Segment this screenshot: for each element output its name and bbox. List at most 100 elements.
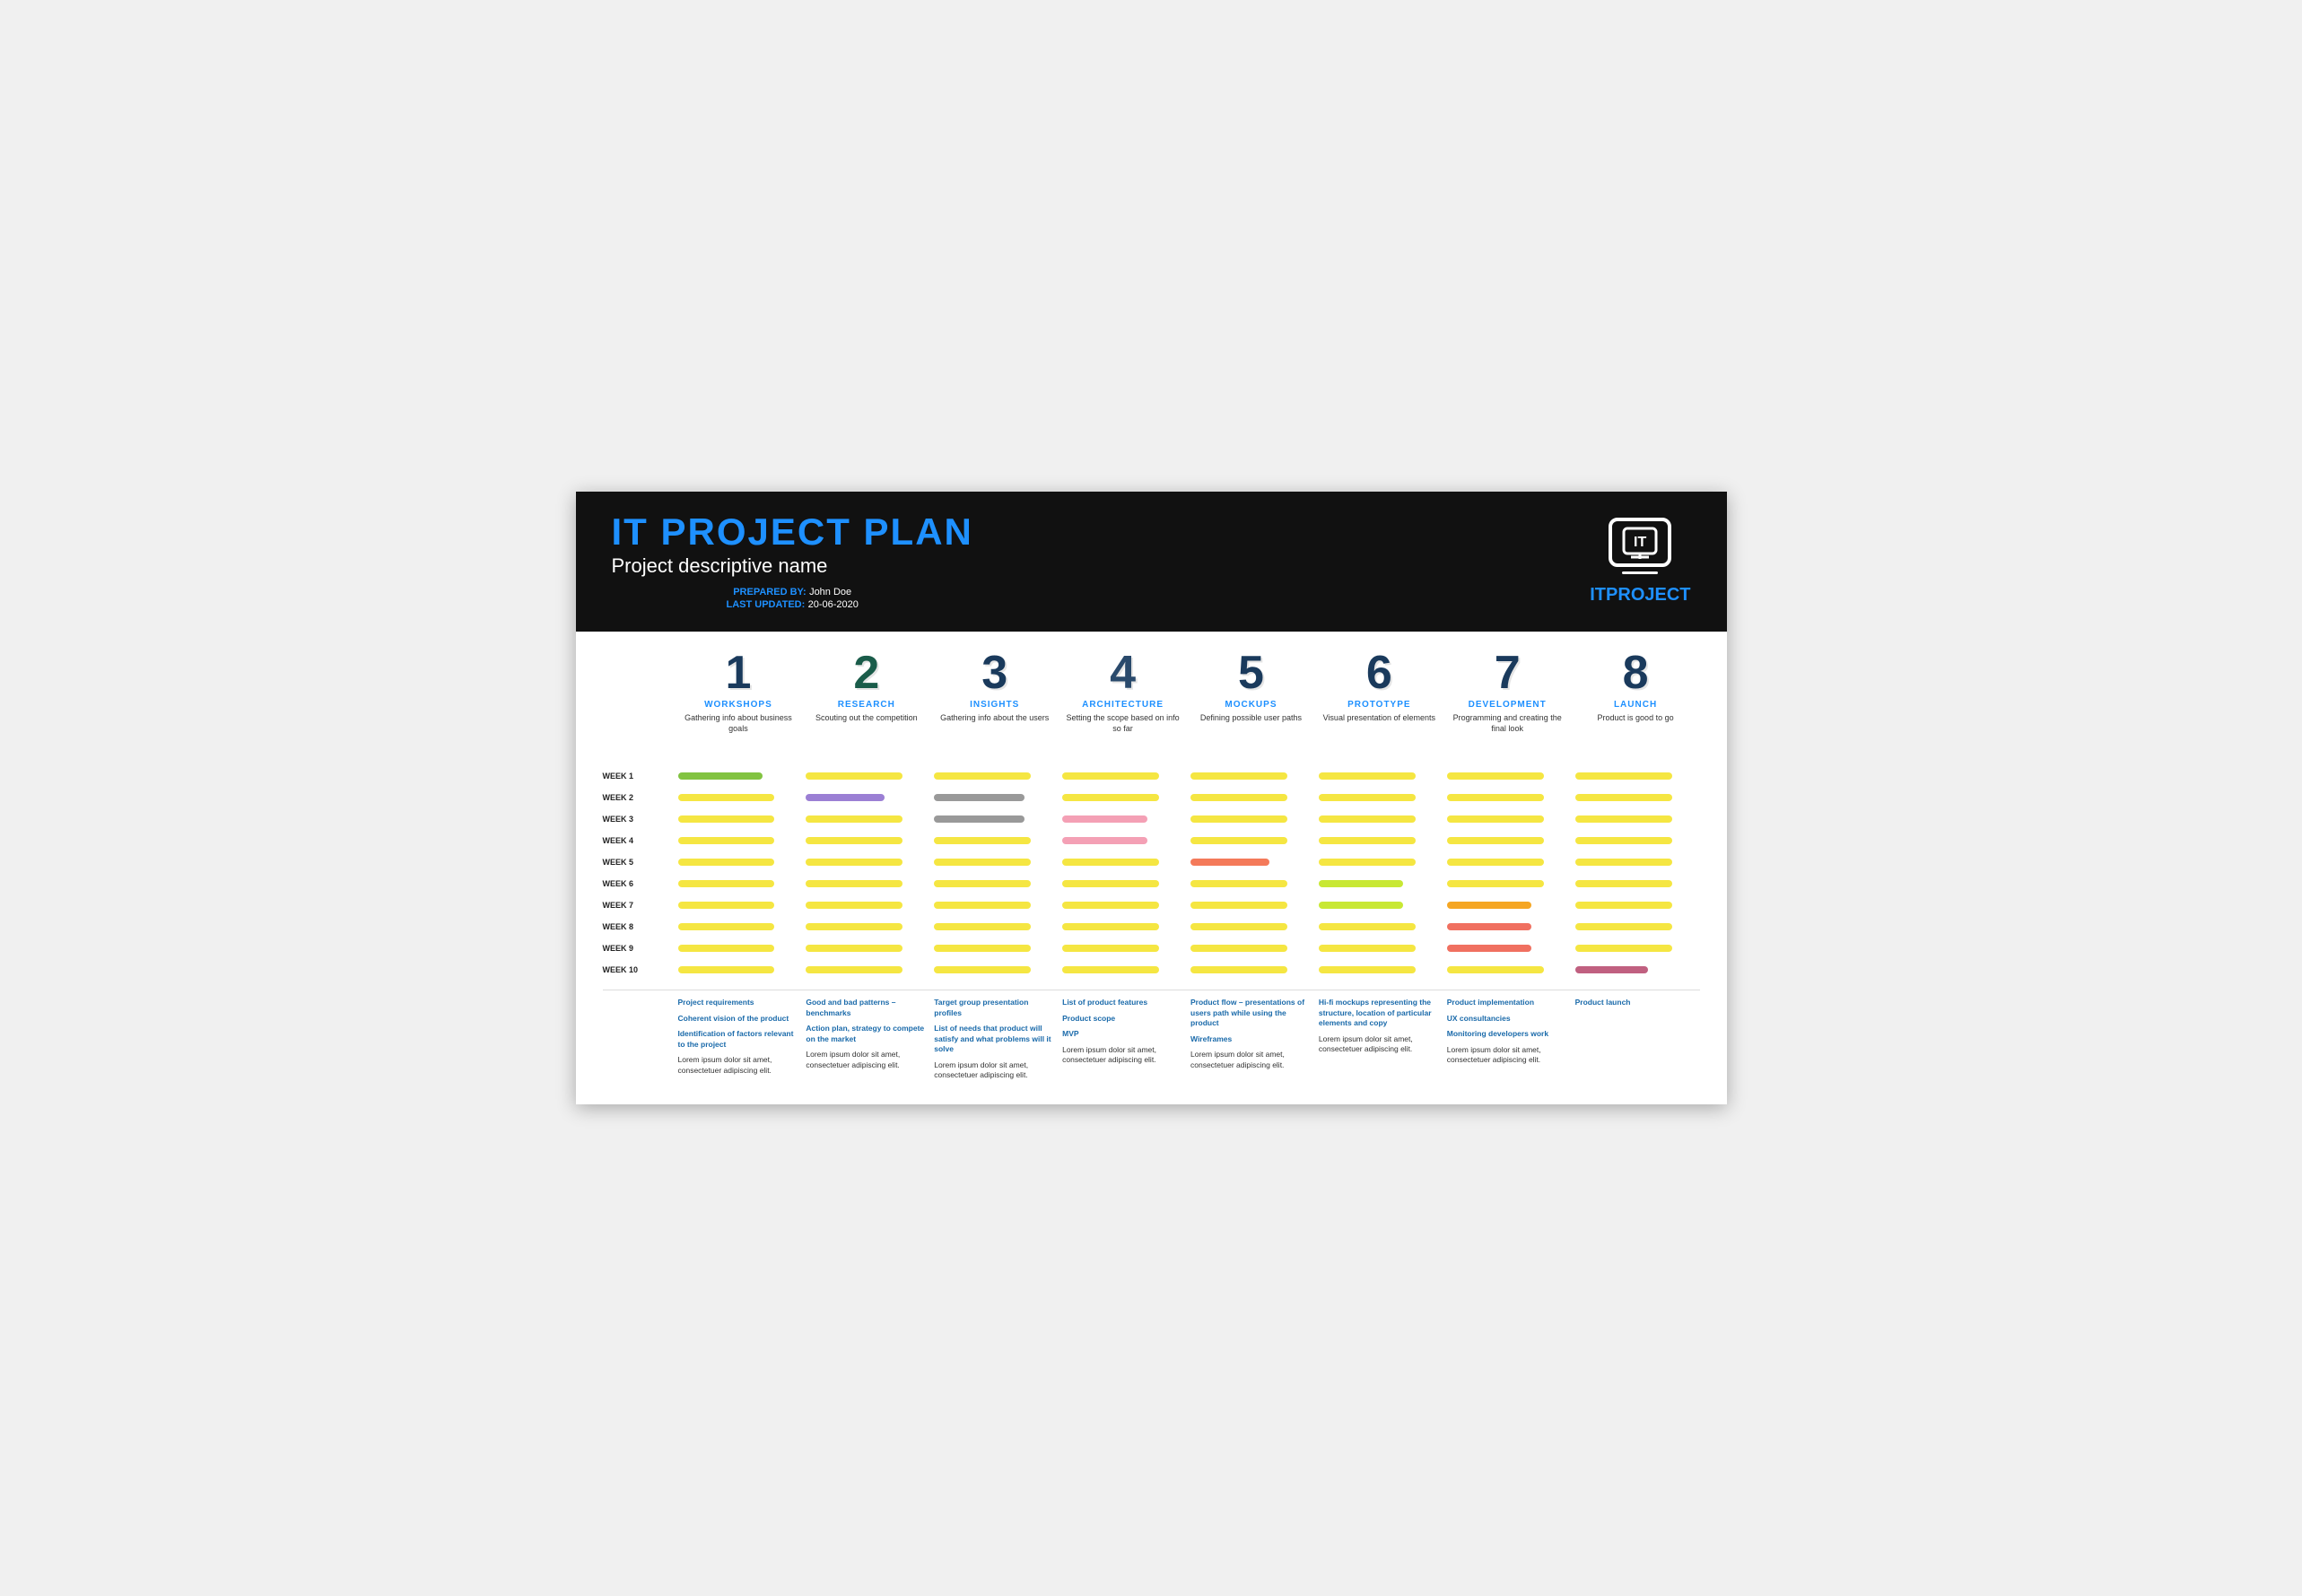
- deliverables-col-5: Product flow – presentations of users pa…: [1187, 998, 1315, 1086]
- gantt-cell-9-4: [1059, 943, 1187, 954]
- gantt-cell-9-1: [675, 943, 803, 954]
- deliverable-1-4: Lorem ipsum dolor sit amet, consectetuer…: [678, 1055, 799, 1076]
- deliverables-col-7: Product implementation UX consultancies …: [1443, 998, 1572, 1086]
- week-label-8: WEEK 8: [603, 922, 675, 931]
- bar-5-2: [806, 859, 902, 866]
- phase-header-8: 8 LAUNCH Product is good to go: [1572, 650, 1700, 756]
- gantt-cell-8-8: [1572, 921, 1700, 932]
- bar-6-6: [1319, 880, 1403, 887]
- week-label-6: WEEK 6: [603, 879, 675, 888]
- bar-8-4: [1062, 923, 1159, 930]
- gantt-cell-5-1: [675, 857, 803, 868]
- bar-4-8: [1575, 837, 1672, 844]
- bar-1-5: [1190, 772, 1287, 780]
- gantt-cell-6-4: [1059, 878, 1187, 889]
- gantt-cell-5-6: [1315, 857, 1443, 868]
- gantt-cell-7-6: [1315, 900, 1443, 911]
- gantt-section: WEEK 1 WEEK 2: [603, 765, 1700, 981]
- last-updated-row: LAST UPDATED: 20-06-2020: [612, 597, 973, 610]
- bar-8-7: [1447, 923, 1531, 930]
- page: IT PROJECT PLAN Project descriptive name…: [576, 492, 1727, 1103]
- phase-number-8: 8: [1575, 650, 1696, 696]
- gantt-cell-3-8: [1572, 814, 1700, 824]
- gantt-cell-7-1: [675, 900, 803, 911]
- gantt-cell-7-2: [802, 900, 930, 911]
- gantt-cell-8-7: [1443, 921, 1572, 932]
- week-label-9: WEEK 9: [603, 944, 675, 953]
- bar-3-2: [806, 815, 902, 823]
- gantt-cell-1-6: [1315, 771, 1443, 781]
- bar-9-3: [934, 945, 1031, 952]
- gantt-cell-4-1: [675, 835, 803, 846]
- bar-4-5: [1190, 837, 1287, 844]
- bar-3-4: [1062, 815, 1147, 823]
- deliverable-7-1: Product implementation: [1447, 998, 1568, 1007]
- phase-desc-2: Scouting out the competition: [806, 713, 927, 756]
- phase-name-7: DEVELOPMENT: [1447, 700, 1568, 710]
- bar-1-4: [1062, 772, 1159, 780]
- bar-7-4: [1062, 902, 1159, 909]
- gantt-cell-2-3: [930, 792, 1059, 803]
- phase-header-2: 2 RESEARCH Scouting out the competition: [802, 650, 930, 756]
- header-meta: PREPARED BY: John Doe LAST UPDATED: 20-0…: [612, 585, 973, 610]
- deliverable-1-2: Coherent vision of the product: [678, 1014, 799, 1024]
- bar-1-1: [678, 772, 763, 780]
- deliverables-section: Project requirements Coherent vision of …: [603, 990, 1700, 1086]
- gantt-cell-8-2: [802, 921, 930, 932]
- svg-text:IT: IT: [1634, 535, 1646, 550]
- gantt-cell-4-7: [1443, 835, 1572, 846]
- bar-7-3: [934, 902, 1031, 909]
- phase-name-3: INSIGHTS: [934, 700, 1055, 710]
- phase-desc-5: Defining possible user paths: [1190, 713, 1312, 756]
- gantt-cell-5-8: [1572, 857, 1700, 868]
- deliverables-col-6: Hi-fi mockups representing the structure…: [1315, 998, 1443, 1086]
- bar-2-3: [934, 794, 1025, 801]
- gantt-row-week2: WEEK 2: [603, 787, 1700, 808]
- phase-header-4: 4 ARCHITECTURE Setting the scope based o…: [1059, 650, 1187, 756]
- gantt-cell-1-3: [930, 771, 1059, 781]
- gantt-cell-6-5: [1187, 878, 1315, 889]
- logo-project-text: PROJECT: [1606, 585, 1690, 605]
- gantt-cell-3-3: [930, 814, 1059, 824]
- bar-7-7: [1447, 902, 1531, 909]
- bar-9-7: [1447, 945, 1531, 952]
- gantt-cell-5-5: [1187, 857, 1315, 868]
- week-label-10: WEEK 10: [603, 965, 675, 974]
- phases-grid: 1 WORKSHOPS Gathering info about busines…: [603, 650, 1700, 756]
- bar-7-1: [678, 902, 775, 909]
- phase-name-2: RESEARCH: [806, 700, 927, 710]
- gantt-cell-6-8: [1572, 878, 1700, 889]
- deliverable-6-2: Lorem ipsum dolor sit amet, consectetuer…: [1319, 1034, 1440, 1055]
- bar-3-1: [678, 815, 775, 823]
- deliverables-col-3: Target group presentation profiles List …: [930, 998, 1059, 1086]
- week-label-4: WEEK 4: [603, 836, 675, 845]
- deliverable-7-2: UX consultancies: [1447, 1014, 1568, 1024]
- phase-header-1: 1 WORKSHOPS Gathering info about busines…: [675, 650, 803, 756]
- deliverable-5-3: Lorem ipsum dolor sit amet, consectetuer…: [1190, 1050, 1312, 1070]
- gantt-cell-3-1: [675, 814, 803, 824]
- gantt-cell-4-6: [1315, 835, 1443, 846]
- bar-2-5: [1190, 794, 1287, 801]
- gantt-cell-2-1: [675, 792, 803, 803]
- bar-4-1: [678, 837, 775, 844]
- bar-3-6: [1319, 815, 1416, 823]
- header-right: IT ITPROJECT: [1590, 518, 1690, 606]
- gantt-cell-1-8: [1572, 771, 1700, 781]
- phase-desc-6: Visual presentation of elements: [1319, 713, 1440, 756]
- bar-10-7: [1447, 966, 1544, 973]
- gantt-cell-2-7: [1443, 792, 1572, 803]
- gantt-cell-3-4: [1059, 814, 1187, 824]
- phase-header-6: 6 PROTOTYPE Visual presentation of eleme…: [1315, 650, 1443, 756]
- bar-4-6: [1319, 837, 1416, 844]
- gantt-cell-10-7: [1443, 964, 1572, 975]
- phase-header-3: 3 INSIGHTS Gathering info about the user…: [930, 650, 1059, 756]
- deliverable-3-2: List of needs that product will satisfy …: [934, 1024, 1055, 1054]
- gantt-cell-6-6: [1315, 878, 1443, 889]
- gantt-cell-10-4: [1059, 964, 1187, 975]
- gantt-cell-8-5: [1187, 921, 1315, 932]
- bar-3-3: [934, 815, 1025, 823]
- gantt-cell-9-6: [1315, 943, 1443, 954]
- deliverable-5-1: Product flow – presentations of users pa…: [1190, 998, 1312, 1028]
- bar-8-5: [1190, 923, 1287, 930]
- deliverable-6-1: Hi-fi mockups representing the structure…: [1319, 998, 1440, 1028]
